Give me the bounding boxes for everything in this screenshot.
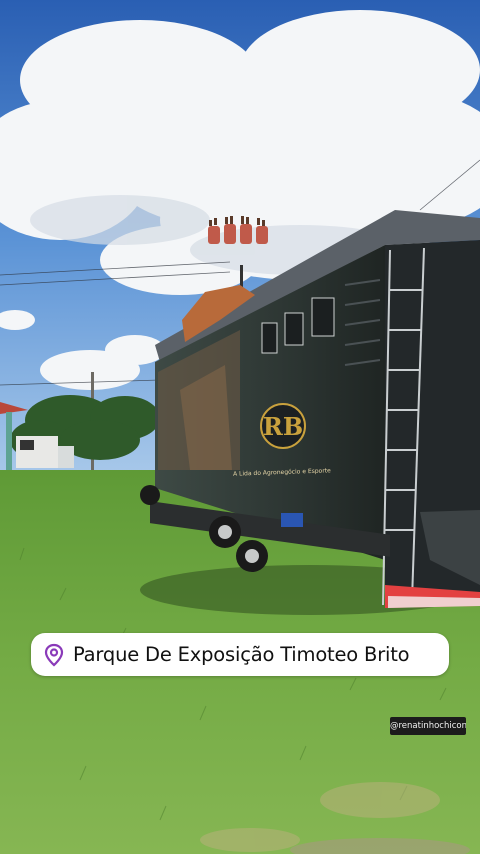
truck-logo: RB — [263, 412, 303, 441]
antenna — [240, 265, 243, 287]
map-pin-icon — [44, 643, 64, 666]
mention-sticker[interactable]: @renatinhochicon — [390, 717, 466, 735]
location-sticker[interactable]: Parque De Exposição Timoteo Brito — [31, 633, 449, 676]
raised-hands-emoji[interactable] — [204, 214, 276, 250]
location-name: Parque De Exposição Timoteo Brito — [73, 643, 410, 666]
